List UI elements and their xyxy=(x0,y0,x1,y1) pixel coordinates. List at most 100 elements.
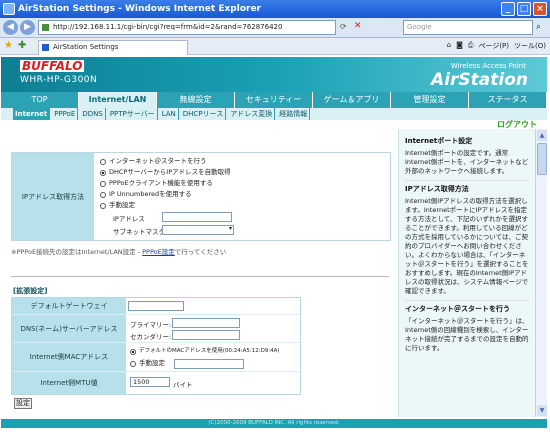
mtu-input[interactable]: 1500 xyxy=(130,377,170,387)
radio-pppoe[interactable] xyxy=(100,180,106,187)
dns-primary-input[interactable] xyxy=(172,318,240,328)
extended-settings-table: デフォルトゲートウェイ DNS(ネーム)サーバーアドレス プライマリー: セカン… xyxy=(11,297,301,395)
nav-games-apps[interactable]: ゲーム＆アプリ xyxy=(313,92,391,108)
pppoe-settings-link[interactable]: PPPoE設定 xyxy=(142,248,175,256)
submit-button[interactable]: 設定 xyxy=(14,398,32,409)
page-menu[interactable]: ページ(P) xyxy=(478,41,509,51)
radio-mac-manual[interactable] xyxy=(130,360,136,367)
subnav-routing[interactable]: 経路情報 xyxy=(277,108,311,120)
nav-admin[interactable]: 管理設定 xyxy=(391,92,469,108)
dns-secondary-input[interactable] xyxy=(172,330,240,340)
search-icon[interactable]: ⌕ xyxy=(536,22,541,32)
help-text-ip-method: Internet側IPアドレスの取得方法を選択します。InternetポートにI… xyxy=(405,197,529,295)
browser-tab[interactable]: AirStation Settings xyxy=(38,40,188,55)
help-heading-port: Internetポート設定 xyxy=(405,137,473,145)
section-divider xyxy=(11,276,389,277)
radio-manual[interactable] xyxy=(100,202,106,209)
ip-address-label: IPアドレス xyxy=(113,215,145,223)
copyright-footer: (C)2000-2009 BUFFALO INC. All rights res… xyxy=(1,419,547,428)
radio-internet-start[interactable] xyxy=(100,158,106,165)
ie-app-icon xyxy=(3,3,15,15)
back-arrow-icon[interactable]: ◀ xyxy=(3,20,18,35)
stop-icon[interactable]: ✕ xyxy=(354,21,362,31)
help-divider xyxy=(405,180,529,181)
router-header: BUFFALO WHR-HP-G300N Wireless Access Poi… xyxy=(1,57,547,92)
home-icon[interactable]: ⌂ xyxy=(447,41,451,51)
mac-row: Internet側MACアドレス デフォルトのMACアドレスを使用(00:24:… xyxy=(12,343,300,372)
ip-method-label: IPアドレス取得方法 xyxy=(12,153,94,240)
nav-status[interactable]: ステータス xyxy=(469,92,547,108)
option-pppoe[interactable]: PPPoEクライアント機能を使用する xyxy=(100,178,231,189)
page-icon xyxy=(42,24,49,31)
subnet-mask-label: サブネットマスク xyxy=(113,228,165,236)
tab-bar: ★ ✚ AirStation Settings ⌂ ◙ ⎙ ページ(P) ツール… xyxy=(0,38,550,55)
dns-primary-label: プライマリー: xyxy=(130,321,172,329)
subnav-pppoe[interactable]: PPPoE xyxy=(52,108,79,120)
subnav-lan[interactable]: LAN xyxy=(160,108,179,120)
help-text-port: Internet側ポートの設定です。通常Internet側ポートを、インターネッ… xyxy=(405,149,529,175)
subnav-internet[interactable]: Internet xyxy=(13,108,51,120)
mac-label: Internet側MACアドレス xyxy=(12,343,126,371)
ip-method-section: IPアドレス取得方法 インターネット＠スタートを行う DHCPサーバーからIPア… xyxy=(11,152,391,241)
scroll-down-icon[interactable]: ▼ xyxy=(537,405,547,416)
mtu-unit: バイト xyxy=(173,381,193,389)
help-text-internet-start: 「インターネット＠スタートを行う」は、Internet側の回線種別を検索し、イン… xyxy=(405,317,529,352)
window-titlebar: AirStation Settings - Windows Internet E… xyxy=(0,0,550,18)
main-nav: TOP Internet/LAN 無線設定 セキュリティー ゲーム＆アプリ 管理… xyxy=(1,92,547,108)
mac-default-option[interactable]: デフォルトのMACアドレスを使用(00:24:A5:12:D9:4A) xyxy=(130,346,280,357)
subnav-dhcp-lease[interactable]: DHCPリース xyxy=(181,108,227,120)
radio-dhcp[interactable] xyxy=(100,169,106,176)
close-button[interactable]: × xyxy=(533,2,547,16)
scroll-up-icon[interactable]: ▲ xyxy=(537,130,547,141)
subnav-nat[interactable]: アドレス変換 xyxy=(228,108,276,120)
subnav-ddns[interactable]: DDNS xyxy=(80,108,106,120)
scroll-thumb[interactable] xyxy=(537,143,547,175)
gateway-input[interactable] xyxy=(128,301,184,311)
buffalo-favicon-icon xyxy=(42,44,49,51)
option-ip-unnumbered[interactable]: IP Unnumberedを使用する xyxy=(100,189,231,200)
airstation-logo: AirStation xyxy=(431,70,528,90)
chevron-down-icon: ▾ xyxy=(228,225,232,232)
tab-label: AirStation Settings xyxy=(53,43,119,51)
option-internet-start[interactable]: インターネット＠スタートを行う xyxy=(100,156,231,167)
dns-label: DNS(ネーム)サーバーアドレス xyxy=(12,315,126,342)
subnav-pptp[interactable]: PPTPサーバー xyxy=(108,108,158,120)
nav-top[interactable]: TOP xyxy=(1,92,79,108)
search-input[interactable]: Google xyxy=(403,20,533,35)
help-divider xyxy=(405,300,529,301)
nav-wireless[interactable]: 無線設定 xyxy=(157,92,235,108)
nav-security[interactable]: セキュリティー xyxy=(235,92,313,108)
window-title: AirStation Settings - Windows Internet E… xyxy=(18,4,261,14)
minimize-button[interactable]: _ xyxy=(501,2,515,16)
help-panel: Internetポート設定 Internet側ポートの設定です。通常Intern… xyxy=(398,129,535,417)
mac-manual-option[interactable]: 手動設定 xyxy=(130,358,165,369)
tagline: Wireless Access Point xyxy=(450,62,526,70)
nav-internet-lan[interactable]: Internet/LAN xyxy=(79,92,157,108)
tools-menu[interactable]: ツール(O) xyxy=(514,41,546,51)
help-scrollbar[interactable]: ▲ ▼ xyxy=(535,129,547,417)
refresh-icon[interactable]: ⟳ xyxy=(340,22,347,31)
help-heading-ip-method: IPアドレス取得方法 xyxy=(405,185,469,193)
pppoe-note: ※PPPoE接続先の設定はInternet/LAN設定 - PPPoE設定で行っ… xyxy=(11,246,391,256)
add-favorite-icon[interactable]: ✚ xyxy=(18,40,26,51)
option-dhcp[interactable]: DHCPサーバーからIPアドレスを自動取得 xyxy=(100,167,231,178)
ip-address-input[interactable] xyxy=(162,212,232,222)
favorites-star-icon[interactable]: ★ xyxy=(4,40,13,51)
maximize-button[interactable]: □ xyxy=(517,2,531,16)
radio-mac-default[interactable] xyxy=(130,348,136,355)
address-input[interactable]: http://192.168.11.1/cgi-bin/cgi?req=frm&… xyxy=(38,20,336,35)
settings-content: IPアドレス取得方法 インターネット＠スタートを行う DHCPサーバーからIPア… xyxy=(6,129,392,417)
feeds-icon[interactable]: ◙ xyxy=(456,41,463,51)
print-icon[interactable]: ⎙ xyxy=(468,41,474,51)
dns-secondary-label: セカンダリー: xyxy=(130,333,172,341)
option-manual[interactable]: 手動設定 xyxy=(100,200,231,211)
sub-nav: Internet PPPoE DDNS PPTPサーバー LAN DHCPリース… xyxy=(1,108,547,120)
buffalo-logo: BUFFALO xyxy=(20,59,85,73)
radio-ip-unnumbered[interactable] xyxy=(100,191,106,198)
mac-manual-input[interactable] xyxy=(174,359,244,369)
extended-settings-heading: [拡張設定] xyxy=(13,287,48,295)
address-toolbar: ◀ ▶ http://192.168.11.1/cgi-bin/cgi?req=… xyxy=(0,18,550,38)
help-heading-internet-start: インターネット＠スタートを行う xyxy=(405,305,510,313)
forward-arrow-icon[interactable]: ▶ xyxy=(20,20,35,35)
subnet-mask-select[interactable]: ▾ xyxy=(162,225,234,235)
